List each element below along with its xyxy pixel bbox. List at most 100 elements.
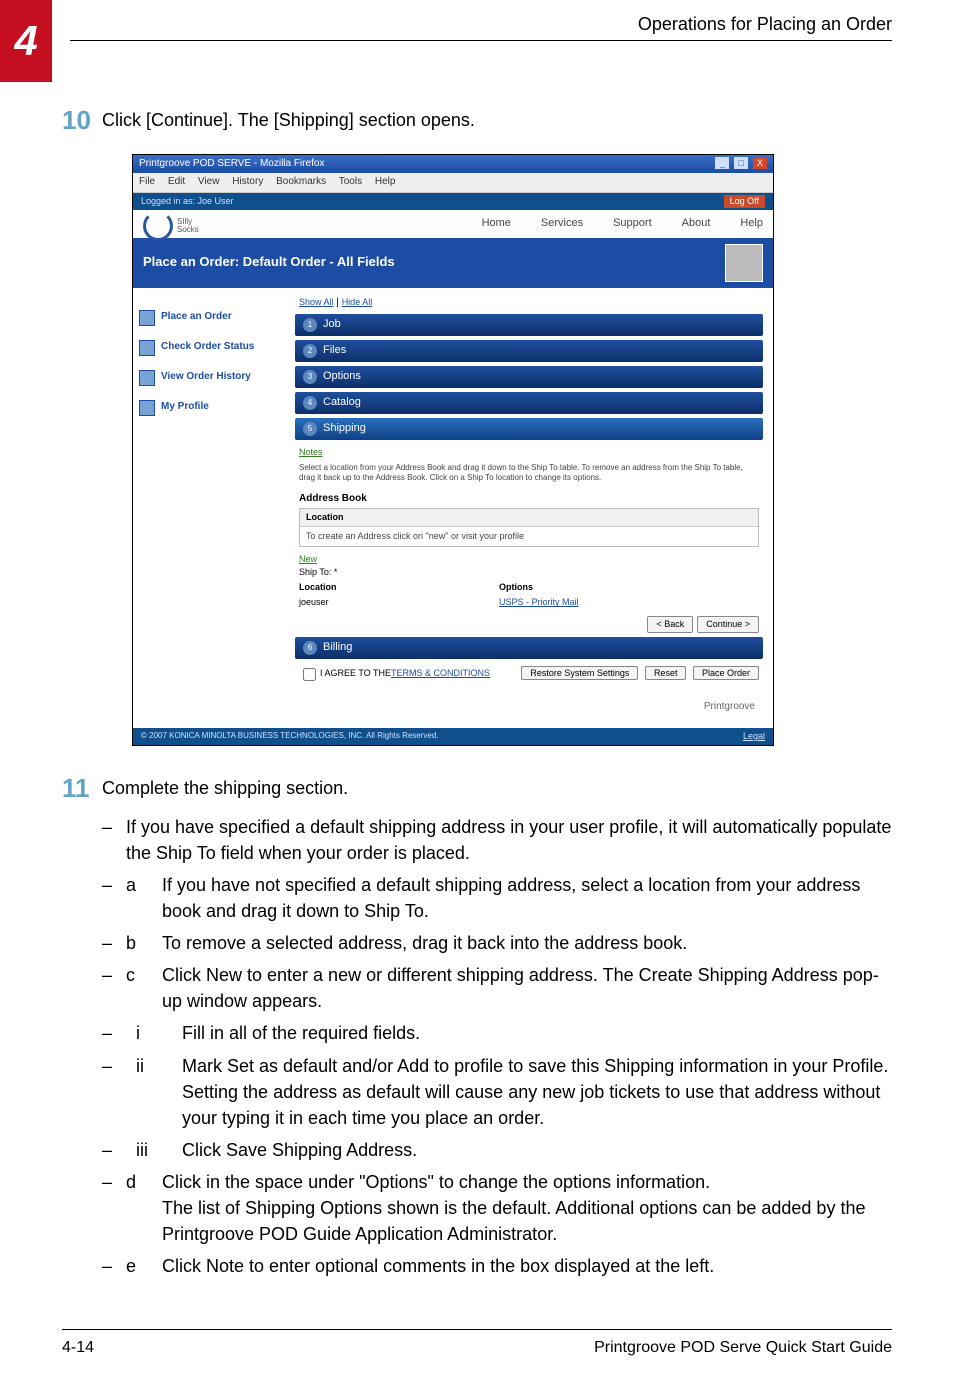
dash-marker: – (102, 814, 126, 866)
terms-link[interactable]: TERMS & CONDITIONS (391, 667, 490, 680)
letter-marker: b (126, 930, 162, 956)
list-text: Click Note to enter optional comments in… (162, 1253, 892, 1279)
accordion-billing[interactable]: 6Billing (295, 637, 763, 659)
nav-about[interactable]: About (682, 216, 711, 232)
list-text: Click in the space under "Options" to ch… (162, 1169, 892, 1247)
place-order-button[interactable]: Place Order (693, 666, 759, 680)
page-banner-title: Place an Order: Default Order - All Fiel… (143, 253, 395, 272)
nav-services[interactable]: Services (541, 216, 583, 232)
shipto-col-options: Options (499, 581, 533, 594)
shipto-option-link[interactable]: USPS - Priority Mail (499, 596, 579, 609)
accordion-label: Options (323, 369, 361, 385)
terms-row: I AGREE TO THE TERMS & CONDITIONS Restor… (299, 665, 759, 684)
show-all-link[interactable]: Show All (299, 297, 334, 307)
accordion-label: Catalog (323, 395, 361, 411)
page-banner: Place an Order: Default Order - All Fiel… (133, 238, 773, 288)
step-11-sublist: – If you have specified a default shippi… (102, 814, 892, 1280)
shipto-col-location: Location (299, 581, 499, 594)
shipto-user: joeuser (299, 596, 499, 609)
logoff-button[interactable]: Log Off (724, 195, 765, 208)
step-bubble-icon: 4 (303, 396, 317, 410)
menu-history[interactable]: History (232, 176, 263, 187)
sidebar-label: View Order History (161, 370, 251, 385)
letter-marker: c (126, 962, 162, 1014)
footer-strip: © 2007 KONICA MINOLTA BUSINESS TECHNOLOG… (133, 728, 773, 745)
addr-col-location: Location (300, 509, 758, 527)
letter-marker: d (126, 1169, 162, 1247)
legal-link[interactable]: Legal (743, 730, 765, 743)
chapter-badge: 4 (0, 0, 52, 82)
accordion-catalog[interactable]: 4 Catalog (295, 392, 763, 414)
dash-marker: – (102, 872, 126, 924)
menu-edit[interactable]: Edit (168, 176, 185, 187)
nav-support[interactable]: Support (613, 216, 652, 232)
menu-view[interactable]: View (198, 176, 220, 187)
address-book-table: Location To create an Address click on "… (299, 508, 759, 547)
list-item: – d Click in the space under "Options" t… (102, 1169, 892, 1247)
menu-file[interactable]: File (139, 176, 155, 187)
shipto-row[interactable]: joeuser USPS - Priority Mail (299, 596, 759, 609)
sidebar-label: Place an Order (161, 310, 232, 325)
accordion-job[interactable]: 1 Job (295, 314, 763, 336)
sidebar-label: My Profile (161, 400, 209, 415)
login-bar: Logged in as: Joe User Log Off (133, 193, 773, 210)
list-item: – If you have specified a default shippi… (102, 814, 892, 866)
page-footer: 4-14 Printgroove POD Serve Quick Start G… (62, 1329, 892, 1359)
accordion-files[interactable]: 2Files (295, 340, 763, 362)
list-text: Mark Set as default and/or Add to profil… (182, 1053, 892, 1131)
brand-logo: SIllySocks (143, 214, 213, 238)
step-number: 10 (62, 102, 102, 140)
sidebar-item-check-status[interactable]: Check Order Status (139, 340, 289, 356)
step-bubble-icon: 1 (303, 318, 317, 332)
step-text: Click [Continue]. The [Shipping] section… (102, 102, 892, 133)
menu-help[interactable]: Help (375, 176, 396, 187)
screenshot: Printgroove POD SERVE - Mozilla Firefox … (132, 154, 774, 746)
sidebar-item-my-profile[interactable]: My Profile (139, 400, 289, 416)
menu-tools[interactable]: Tools (339, 176, 362, 187)
list-text: Click Save Shipping Address. (182, 1137, 892, 1163)
continue-button[interactable]: Continue > (697, 616, 759, 633)
terms-checkbox[interactable] (303, 668, 316, 681)
list-text: If you have specified a default shipping… (126, 814, 892, 866)
nav-home[interactable]: Home (482, 216, 511, 232)
shipto-header-row: Location Options (299, 581, 759, 594)
header-rule (70, 40, 892, 41)
step-bubble-icon: 2 (303, 344, 317, 358)
restore-settings-button[interactable]: Restore System Settings (521, 666, 638, 680)
create-address-hint: To create an Address click on "new" or v… (300, 527, 758, 546)
sidebar-item-place-order[interactable]: Place an Order (139, 310, 289, 326)
sidebar-label: Check Order Status (161, 340, 254, 355)
nav-buttons: < Back Continue > (299, 616, 759, 633)
minimize-icon[interactable]: _ (715, 157, 729, 169)
brand-line2: Socks (177, 225, 199, 234)
shipping-help-text: Select a location from your Address Book… (299, 463, 759, 484)
nav-help[interactable]: Help (740, 216, 763, 232)
list-item: – a If you have not specified a default … (102, 872, 892, 924)
maximize-icon[interactable]: □ (734, 157, 748, 169)
step-text: Complete the shipping section. (102, 770, 892, 801)
dash-marker: – (102, 1137, 126, 1163)
back-button[interactable]: < Back (647, 616, 693, 633)
copyright-text: © 2007 KONICA MINOLTA BUSINESS TECHNOLOG… (141, 730, 439, 743)
dash-marker: – (102, 962, 126, 1014)
reset-button[interactable]: Reset (645, 666, 687, 680)
new-address-link[interactable]: New (299, 553, 763, 566)
page-content: 10 Click [Continue]. The [Shipping] sect… (62, 102, 892, 1359)
close-icon[interactable]: X (753, 157, 767, 169)
menu-bookmarks[interactable]: Bookmarks (276, 176, 326, 187)
letter-marker: e (126, 1253, 162, 1279)
address-book-label: Address Book (299, 492, 763, 507)
sidebar-item-order-history[interactable]: View Order History (139, 370, 289, 386)
list-text: Click New to enter a new or different sh… (162, 962, 892, 1014)
accordion-options[interactable]: 3Options (295, 366, 763, 388)
roman-marker: i (126, 1020, 182, 1046)
app-body: Place an Order Check Order Status View O… (133, 288, 773, 728)
accordion-shipping[interactable]: 5Shipping (295, 418, 763, 440)
accordion-label: Job (323, 317, 341, 333)
notes-link[interactable]: Notes (299, 446, 763, 459)
link-sep: | (334, 297, 342, 308)
step-10: 10 Click [Continue]. The [Shipping] sect… (62, 102, 892, 140)
profile-icon (139, 400, 155, 416)
list-item: – i Fill in all of the required fields. (102, 1020, 892, 1046)
hide-all-link[interactable]: Hide All (342, 297, 373, 307)
